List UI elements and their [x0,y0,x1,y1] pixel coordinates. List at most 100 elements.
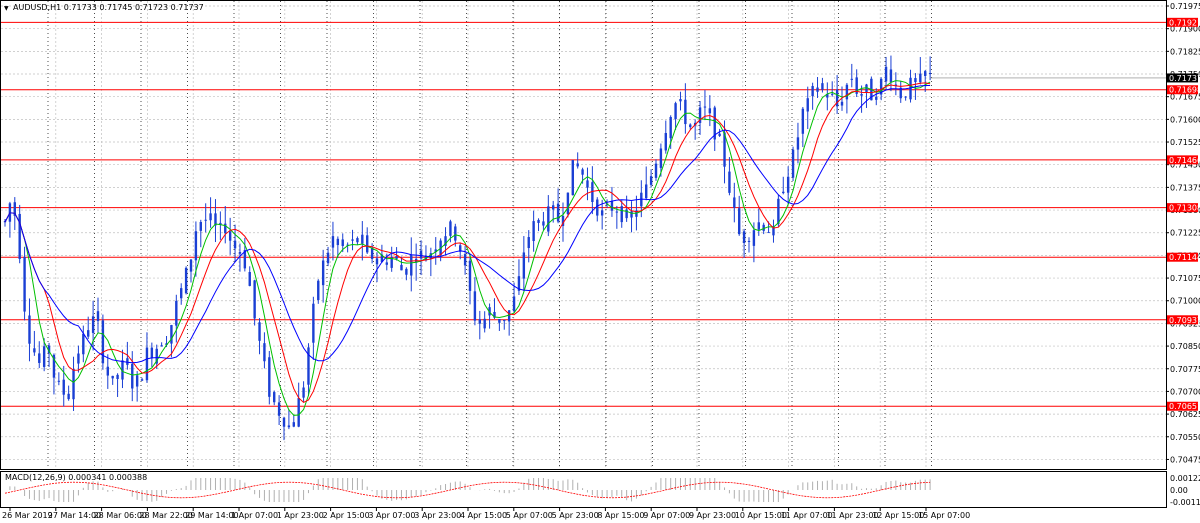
level-label: 0.71921 [1169,18,1200,27]
time-tick-label: 5 Apr 23:00 [552,511,599,520]
candle-body [140,379,144,381]
candle-body [28,315,31,344]
time-tick-label: 12 Apr 15:00 [872,511,924,520]
candle-body [757,222,760,230]
candle-body [400,264,403,271]
candle-body [645,184,648,199]
candle-body [542,221,545,226]
candle-body [287,425,291,428]
candle-body [209,213,212,221]
candle-body [131,363,134,389]
main-plot-frame [0,0,1167,470]
candle-body [669,116,672,139]
time-tick-label: 1 Apr 23:00 [277,511,324,520]
candle-body [233,240,237,249]
candle-body [405,268,408,275]
candle-body [87,330,90,337]
current-price-label: 0.71737 [1169,74,1200,83]
candle-body [341,239,344,246]
time-tick-label: 3 Apr 07:00 [368,511,415,520]
price-tick-label: 0.71225 [1170,229,1200,238]
level-label: 0.71466 [1169,156,1200,165]
candle-body [811,86,814,97]
candle-body [708,108,712,114]
price-tick-label: 0.70625 [1170,410,1200,419]
candle-body [801,108,805,134]
candle-body [703,106,707,108]
candle-body [786,176,790,193]
time-tick-label: 9 Apr 07:00 [643,511,690,520]
candle-body [228,231,232,241]
time-tick-label: 11 Apr 07:00 [781,511,833,520]
candle-body [586,180,589,188]
price-tick-label: 0.70475 [1170,455,1200,464]
time-axis: 26 Mar 201927 Mar 14:0028 Mar 06:0028 Ma… [2,508,970,520]
candle-body [552,205,555,210]
candle-body [742,231,746,244]
candle-body [150,347,154,359]
symbol-dropdown-icon[interactable]: ▼ [4,5,9,12]
candle-body [738,208,741,235]
candle-body [468,260,472,291]
candle-body [919,73,922,83]
candle-body [77,353,80,364]
price-tick-label: 0.71000 [1170,297,1200,306]
candle-body [449,221,452,236]
time-tick-label: 26 Mar 2019 [2,511,53,520]
time-tick-label: 11 Apr 23:00 [826,511,878,520]
level-label: 0.71144 [1169,253,1200,262]
candle-body [38,353,41,363]
candle-body [733,197,736,208]
candle-body [865,84,868,93]
candle-body [630,211,633,218]
candle-body [189,259,193,272]
candle-body [806,98,809,112]
candle-body [258,322,261,341]
candle-body [336,238,340,246]
price-tick-label: 0.71975 [1170,2,1200,11]
candle-body [184,267,188,294]
price-tick-label: 0.71600 [1170,115,1200,124]
candle-body [684,99,687,125]
candle-body [273,392,276,403]
macd-axis: 0.001228 0.00 -0.001169 [1170,474,1200,507]
time-tick-label: 1 Apr 07:00 [231,511,278,520]
candle-body [33,348,36,353]
candle-body [796,137,800,150]
candle-body [42,346,46,367]
candle-body [782,191,785,194]
candle-body [57,380,61,382]
candle-body [199,222,202,231]
candle-body [67,393,70,400]
candle-body [747,240,751,242]
candle-body [82,333,85,355]
macd-label: MACD(12,26,9) 0.000341 0.000388 [5,473,147,482]
candle-body [914,78,917,83]
candle-body [860,94,863,96]
candle-body [767,232,770,234]
chart-canvas[interactable]: 0.719750.719000.718250.717500.716750.716… [0,0,1200,523]
candle-body [101,320,105,364]
time-tick-label: 10 Apr 15:00 [735,511,787,520]
candle-body [527,237,530,249]
time-tick-label: 2 Apr 15:00 [323,511,370,520]
time-tick-label: 9 Apr 23:00 [689,511,736,520]
candle-body [419,250,423,259]
price-tick-label: 0.71525 [1170,138,1200,147]
candle-body [385,262,388,265]
candle-body [395,255,398,259]
candle-body [292,422,295,427]
candle-body [664,133,667,151]
candle-body [96,311,100,322]
time-tick-label: 3 Apr 23:00 [414,511,461,520]
candle-body [175,300,178,326]
candle-body [370,247,374,259]
candle-body [366,235,369,253]
candle-body [248,272,251,286]
level-label: 0.70937 [1169,316,1200,325]
candle-body [23,256,26,312]
candle-body [884,66,888,82]
candle-body [111,375,114,379]
candle-body [610,201,614,211]
candle-body [126,358,129,365]
